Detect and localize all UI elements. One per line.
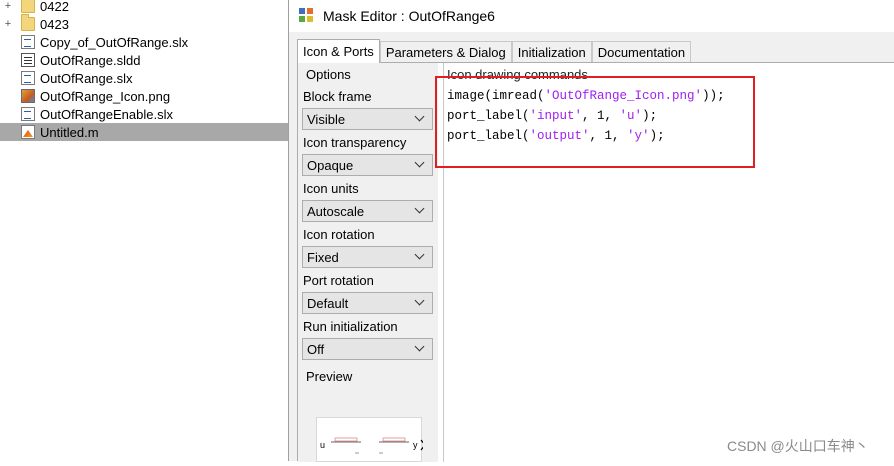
- code-line: port_label('input', 1, 'u');: [447, 109, 658, 123]
- run-initialization-label: Run initialization: [303, 319, 398, 334]
- chevron-down-icon: [414, 158, 426, 170]
- folder-icon: [21, 14, 35, 31]
- block-frame-value: Visible: [307, 111, 346, 127]
- block-preview-graphic: u y: [310, 437, 426, 454]
- port-rotation-value: Default: [307, 295, 349, 311]
- icon-rotation-label: Icon rotation: [303, 227, 375, 242]
- block-frame-label: Block frame: [303, 89, 372, 104]
- file-outofrange-sldd[interactable]: OutOfRange.sldd: [0, 51, 288, 69]
- image-file-icon: [21, 89, 35, 103]
- file-label: 0423: [40, 16, 69, 32]
- file-label: Untitled.m: [40, 124, 99, 140]
- run-initialization-select[interactable]: Off: [302, 338, 433, 360]
- chevron-down-icon: [414, 112, 426, 124]
- file-label: 0422: [40, 0, 69, 14]
- tab-strip: Icon & Ports Parameters & Dialog Initial…: [297, 39, 692, 63]
- watermark: CSDN @火山口车神丶: [727, 438, 869, 454]
- folder-icon: [21, 0, 35, 13]
- preview-output-port-label: y: [413, 440, 418, 450]
- output-port-arrow: [420, 439, 426, 451]
- title-bar[interactable]: Mask Editor : OutOfRange6: [289, 0, 894, 32]
- simulink-model-icon: [21, 35, 35, 49]
- file-label: OutOfRange_Icon.png: [40, 88, 171, 104]
- simulink-model-icon: [21, 71, 35, 85]
- icon-transparency-select[interactable]: Opaque: [302, 154, 433, 176]
- window-title: Mask Editor : OutOfRange6: [323, 8, 495, 24]
- icon-units-label: Icon units: [303, 181, 359, 196]
- mask-editor-icon: [299, 8, 315, 24]
- chevron-down-icon: [414, 342, 426, 354]
- matlab-script-icon: [21, 125, 35, 139]
- file-label: OutOfRange.sldd: [40, 52, 141, 68]
- run-initialization-value: Off: [307, 341, 325, 357]
- file-untitled-m[interactable]: Untitled.m: [0, 123, 288, 141]
- icon-rotation-value: Fixed: [307, 249, 339, 265]
- file-outofrange-icon-png[interactable]: OutOfRange_Icon.png: [0, 87, 288, 105]
- icon-transparency-label: Icon transparency: [303, 135, 407, 150]
- tab-content: Options Block frame Visible Icon transpa…: [297, 62, 894, 462]
- chevron-down-icon: [414, 204, 426, 216]
- icon-drawing-commands-header: Icon drawing commands: [447, 67, 588, 82]
- file-outofrangeenable-slx[interactable]: OutOfRangeEnable.slx: [0, 105, 288, 123]
- port-rotation-select[interactable]: Default: [302, 292, 433, 314]
- port-rotation-label: Port rotation: [303, 273, 374, 288]
- block-frame-select[interactable]: Visible: [302, 108, 433, 130]
- expand-toggle-icon[interactable]: +: [0, 15, 16, 33]
- code-line: port_label('output', 1, 'y');: [447, 129, 665, 143]
- icon-transparency-value: Opaque: [307, 157, 354, 173]
- folder-0422[interactable]: + 0422: [0, 0, 288, 15]
- tab-initialization[interactable]: Initialization: [511, 41, 592, 63]
- tab-icon-ports[interactable]: Icon & Ports: [297, 39, 380, 63]
- preview-label: Preview: [306, 369, 353, 384]
- chevron-down-icon: [414, 250, 426, 262]
- file-browser: + 0422 + 0423 Copy_of_OutOfRange.slx Out…: [0, 0, 288, 461]
- options-panel: Options Block frame Visible Icon transpa…: [298, 63, 438, 462]
- icon-units-value: Autoscale: [307, 203, 365, 219]
- icon-units-select[interactable]: Autoscale: [302, 200, 433, 222]
- tab-parameters-dialog[interactable]: Parameters & Dialog: [379, 41, 512, 63]
- icon-drawing-code-editor[interactable]: image(imread('OutOfRange_Icon.png')); po…: [444, 85, 894, 462]
- icon-drawing-commands-panel: Icon drawing commands image(imread('OutO…: [443, 63, 894, 462]
- file-copy-of-outofrange-slx[interactable]: Copy_of_OutOfRange.slx: [0, 33, 288, 51]
- block-preview: u y: [310, 417, 426, 462]
- tab-documentation[interactable]: Documentation: [591, 41, 692, 63]
- expand-toggle-icon[interactable]: +: [0, 0, 16, 15]
- preview-section: Preview u y: [302, 369, 433, 462]
- icon-rotation-select[interactable]: Fixed: [302, 246, 433, 268]
- file-label: OutOfRange.slx: [40, 70, 133, 86]
- file-label: OutOfRangeEnable.slx: [40, 106, 173, 122]
- options-header: Options: [306, 67, 351, 82]
- code-line: image(imread('OutOfRange_Icon.png'));: [447, 89, 725, 103]
- mask-editor-window: Mask Editor : OutOfRange6 Icon & Ports P…: [288, 0, 894, 462]
- preview-input-port-label: u: [320, 440, 325, 450]
- simulink-model-icon: [21, 107, 35, 121]
- file-outofrange-slx[interactable]: OutOfRange.slx: [0, 69, 288, 87]
- data-dictionary-icon: [21, 53, 35, 67]
- chevron-down-icon: [414, 296, 426, 308]
- file-label: Copy_of_OutOfRange.slx: [40, 34, 189, 50]
- folder-0423[interactable]: + 0423: [0, 14, 288, 33]
